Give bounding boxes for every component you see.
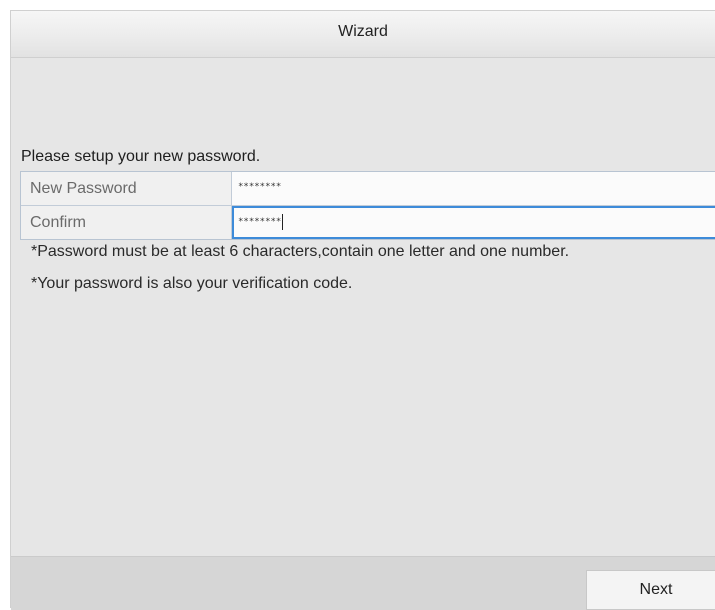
footer-bar: Next	[11, 556, 715, 610]
text-caret	[282, 213, 284, 230]
password-setup-prompt: Please setup your new password.	[21, 148, 261, 165]
password-form: New Password ******** Confirm ********	[20, 171, 715, 240]
next-button[interactable]: Next	[586, 570, 715, 610]
confirm-password-value: ********	[238, 217, 282, 227]
new-password-field[interactable]: ********	[232, 172, 715, 205]
new-password-value: ********	[238, 182, 282, 192]
password-requirement-hint: *Password must be at least 6 characters,…	[31, 243, 570, 260]
title-bar: Wizard	[11, 11, 715, 58]
window-title: Wizard	[338, 23, 388, 40]
verification-code-hint: *Your password is also your verification…	[31, 275, 353, 292]
confirm-password-label: Confirm	[21, 206, 232, 239]
new-password-label: New Password	[21, 172, 232, 205]
confirm-password-field[interactable]: ********	[232, 206, 715, 239]
wizard-window: Wizard Please setup your new password. N…	[10, 10, 715, 610]
new-password-row: New Password ********	[21, 172, 715, 205]
confirm-password-row: Confirm ********	[21, 205, 715, 239]
